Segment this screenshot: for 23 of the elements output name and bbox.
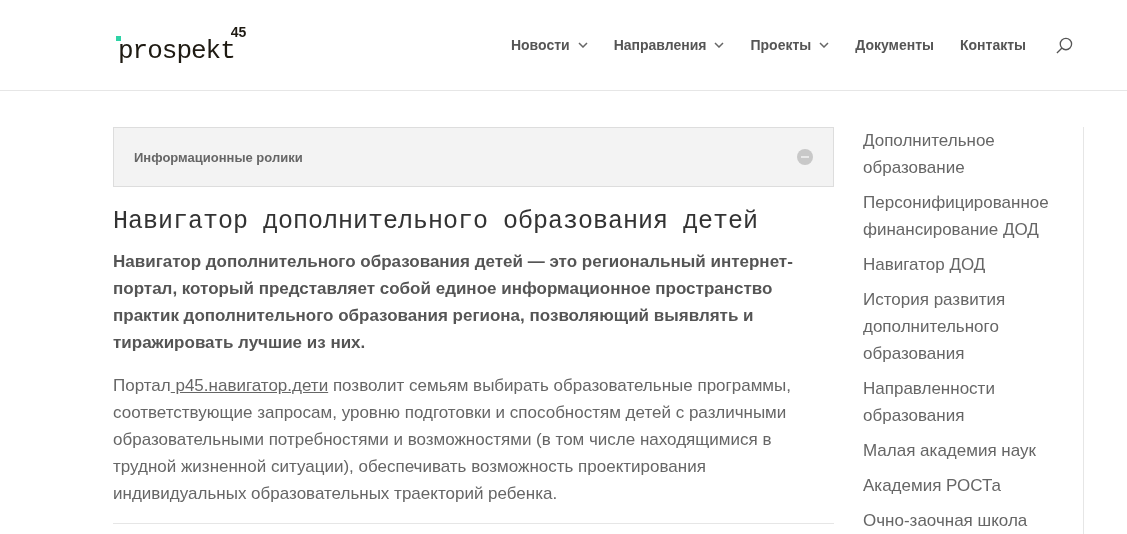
- search-icon[interactable]: [1056, 36, 1073, 54]
- chevron-down-icon: [577, 42, 588, 48]
- nav-link[interactable]: Новости: [510, 37, 588, 53]
- body-paragraph: Портал p45.навигатор.дети позволит семьям выбирать образовательные программы, соответствующие запросам, уровню подготовки и способностям детей с различными образовательными потребностями и возможностями (в том числе находящимися в трудной жизненной ситуации), обеспечивать возможность проектирования индивидуальных образовательных траекторий ребенка.: [113, 375, 792, 505]
- sidebar-link[interactable]: История развития дополнительного образования: [863, 286, 1058, 367]
- sidebar-link[interactable]: Навигатор ДОД: [863, 251, 1058, 278]
- chevron-down-icon: [819, 42, 830, 48]
- logo[interactable]: prospekt 45: [116, 24, 247, 66]
- accordion-header[interactable]: Информационные ролики: [113, 127, 834, 187]
- sidebar-link[interactable]: Направленности образования: [863, 375, 1058, 429]
- sidebar-link[interactable]: Персонифицированное финансирование ДОД: [863, 189, 1058, 243]
- portal-link[interactable]: p45.навигатор.дети: [170, 376, 329, 395]
- nav-link[interactable]: Контакты: [960, 37, 1026, 53]
- sidebar-link[interactable]: Малая академия наук: [863, 437, 1058, 464]
- lead-paragraph: Навигатор дополнительного образования детей — это региональный интернет-портал, который представляет собой единое информационное пространство практик дополнительного образования региона, позволяющий выявлять и тиражировать лучшие из них.: [113, 251, 794, 354]
- chevron-down-icon: [714, 42, 725, 48]
- sidebar-link[interactable]: Академия РОСТа: [863, 472, 1058, 499]
- nav-link[interactable]: Документы: [855, 37, 934, 53]
- nav-link[interactable]: Проекты: [750, 37, 830, 53]
- nav-link[interactable]: Направления: [613, 37, 725, 53]
- sidebar-link[interactable]: Очно-заочная школа: [863, 507, 1058, 534]
- sidebar-link[interactable]: Дополнительное образование: [863, 127, 1058, 181]
- article-title: Навигатор дополнительного образования детей: [113, 207, 760, 236]
